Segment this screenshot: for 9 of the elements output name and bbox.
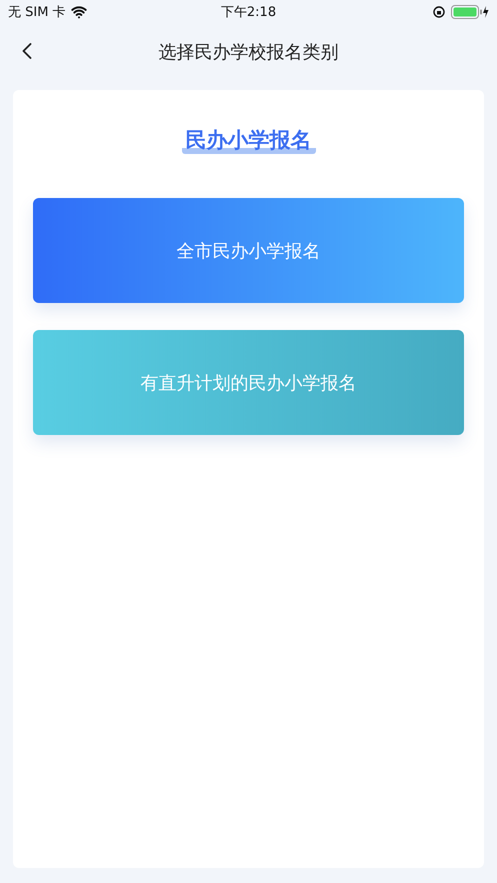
carrier-label: 无 SIM 卡 — [8, 4, 66, 21]
option-button[interactable]: 全市民办小学报名 — [33, 198, 464, 303]
battery-icon — [451, 5, 489, 19]
section-heading: 民办小学报名 — [182, 126, 316, 154]
option-button[interactable]: 有直升计划的民办小学报名 — [33, 330, 464, 435]
page-title: 选择民办学校报名类别 — [158, 41, 338, 64]
rotation-lock-icon — [433, 6, 445, 18]
wifi-icon — [70, 4, 87, 20]
status-time: 下午2:18 — [220, 4, 276, 21]
